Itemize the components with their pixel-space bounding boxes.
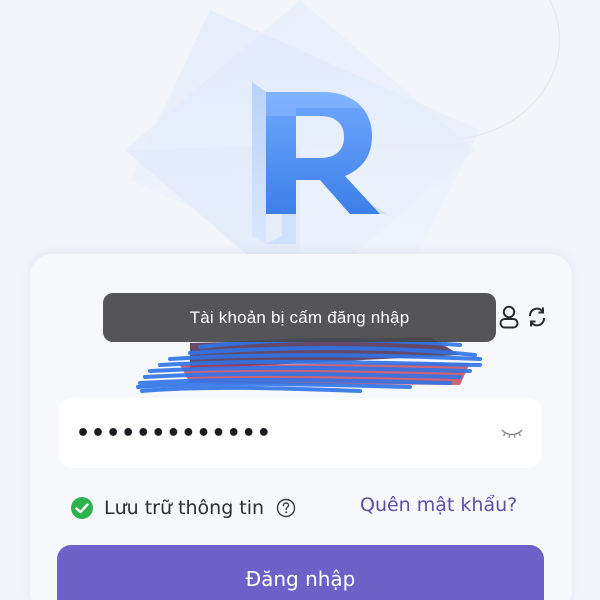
account-controls [498,303,550,331]
toast-message: Tài khoản bị cấm đăng nhập [189,307,410,327]
ban-toast: Tài khoản bị cấm đăng nhập [103,293,496,342]
login-button-label: Đăng nhập [245,567,356,591]
eye-closed-icon[interactable] [500,426,524,440]
forgot-password-link[interactable]: Quên mật khẩu? [360,494,517,516]
user-switch-icon[interactable] [498,304,520,330]
remember-me[interactable]: Lưu trữ thông tin [70,493,296,523]
remember-label: Lưu trữ thông tin [104,497,265,519]
password-value[interactable]: ••••••••••••• [76,421,500,446]
check-circle-icon[interactable] [70,496,94,520]
refresh-icon[interactable] [526,304,548,330]
login-button[interactable]: Đăng nhập [57,545,544,600]
password-field[interactable]: ••••••••••••• [58,398,542,468]
question-circle-icon[interactable] [276,498,296,518]
